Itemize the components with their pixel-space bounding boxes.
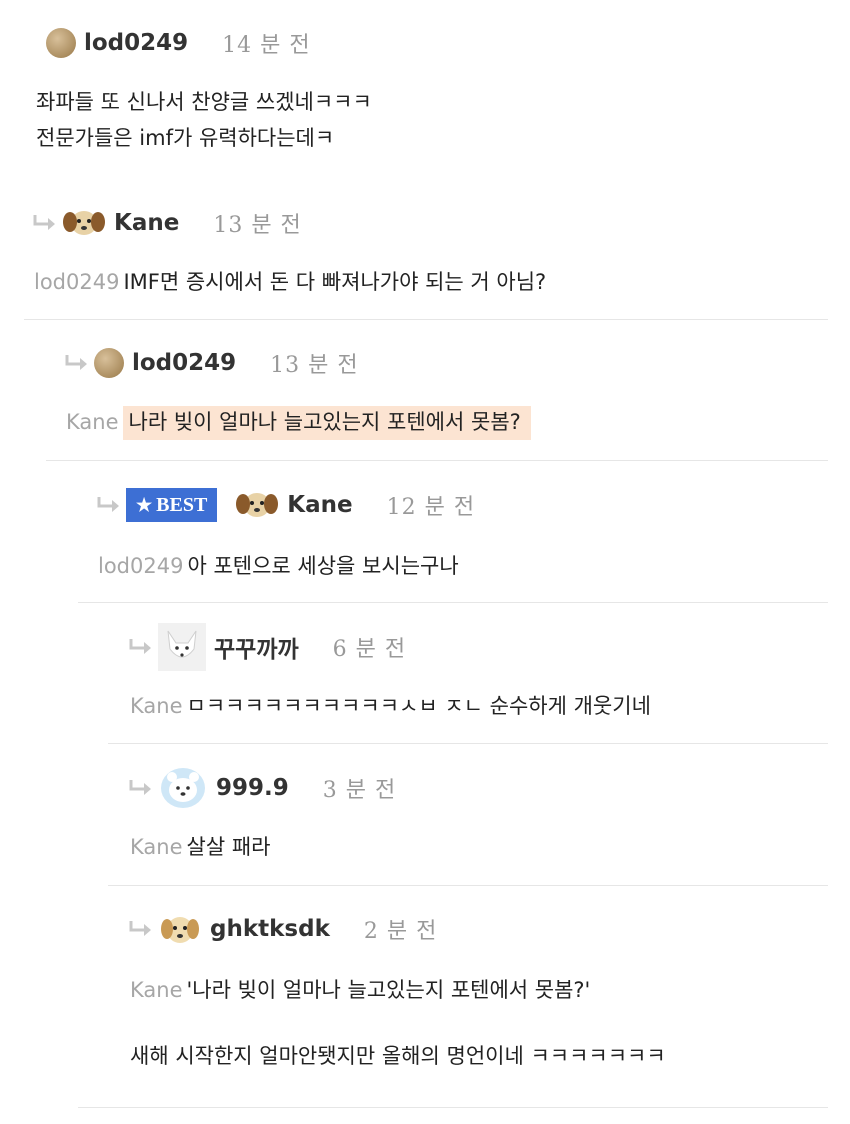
puppy-avatar[interactable] (62, 203, 106, 243)
comment-text-2: 새해 시작한지 얼마안됏지만 올해의 명언이네 ㅋㅋㅋㅋㅋㅋㅋ (130, 1044, 666, 1068)
comment: 999.9 3 분 전 Kane 살살 패라 (108, 765, 828, 886)
comment: 꾸꾸까까 6 분 전 Kane ㅁㅋㅋㅋㅋㅋㅋㅋㅋㅋㅋㅅㅂ ㅈㄴ 순수하게 개웃기… (108, 623, 828, 744)
comment-time: 6 분 전 (332, 637, 407, 662)
comment-body: lod0249 아 포텐으로 세상을 보시는구나 (98, 548, 459, 584)
comment-author[interactable]: ghktksdk (210, 916, 330, 942)
brown-circle-avatar[interactable] (94, 348, 124, 378)
divider (24, 319, 828, 320)
mention[interactable]: Kane (66, 410, 119, 434)
reply-arrow-icon (128, 778, 154, 798)
mention[interactable]: Kane (130, 978, 183, 1002)
comment-body: Kane 살살 패라 (130, 829, 270, 865)
comment-time: 13 분 전 (270, 353, 359, 378)
comment-line: Kane '나라 빚이 얼마나 늘고있는지 포텐에서 못봄?' (130, 972, 666, 1008)
comment-text: ㅁㅋㅋㅋㅋㅋㅋㅋㅋㅋㅋㅅㅂ ㅈㄴ 순수하게 개웃기네 (186, 694, 651, 718)
comment-line: 전문가들은 imf가 유력하다는데ㅋ (36, 126, 335, 150)
comment-text: IMF면 증시에서 돈 다 빠져나가야 되는 거 아님? (123, 270, 547, 294)
comment-text: 아 포텐으로 세상을 보시는구나 (187, 554, 459, 578)
comment-author[interactable]: 꾸꾸까까 (214, 630, 299, 664)
comment-author[interactable]: lod0249 (132, 350, 236, 376)
divider (108, 885, 828, 886)
comment-header: 꾸꾸까까 6 분 전 (128, 623, 407, 671)
mention[interactable]: Kane (130, 694, 183, 718)
reply-arrow-icon (128, 637, 154, 657)
comment: ★ BEST Kane 12 분 전 lod0249 아 포텐으로 세상을 보시는구… (78, 482, 828, 603)
comment-text: 살살 패라 (186, 835, 271, 859)
puppy-avatar[interactable] (158, 909, 202, 949)
highlighted-text: 나라 빚이 얼마나 늘고있는지 포텐에서 못봄? (122, 406, 531, 440)
polar-bear-avatar[interactable] (158, 765, 208, 811)
comment: Kane 13 분 전 lod0249 IMF면 증시에서 돈 다 빠져나가야 되… (24, 200, 828, 320)
comment-header: Kane 13 분 전 (32, 200, 302, 246)
mention[interactable]: Kane (130, 835, 183, 859)
comment-author[interactable]: lod0249 (84, 30, 188, 56)
comment-time: 3 분 전 (322, 778, 397, 803)
comment-author[interactable]: Kane (114, 210, 179, 236)
comment-body: 좌파들 또 신나서 찬양글 쓰겠네ㅋㅋㅋ 전문가들은 imf가 유력하다는데ㅋ (36, 84, 372, 156)
divider (78, 1107, 828, 1108)
comment-header: ★ BEST Kane 12 분 전 (96, 482, 475, 528)
comment-author[interactable]: 999.9 (216, 775, 289, 801)
divider (78, 602, 828, 603)
reply-arrow-icon (128, 919, 154, 939)
reply-arrow-icon (96, 495, 122, 515)
comment-time: 2 분 전 (363, 919, 438, 944)
divider (46, 460, 828, 461)
comment-body: Kane '나라 빚이 얼마나 늘고있는지 포텐에서 못봄?' 새해 시작한지 얼… (130, 972, 666, 1074)
comment: ghktksdk 2 분 전 Kane '나라 빚이 얼마나 늘고있는지 포텐에서… (78, 906, 828, 1108)
best-badge: ★ BEST (126, 488, 218, 522)
comment-body: Kane 나라 빚이 얼마나 늘고있는지 포텐에서 못봄? (66, 404, 531, 440)
comment-time: 13 분 전 (213, 213, 302, 238)
comment-body: Kane ㅁㅋㅋㅋㅋㅋㅋㅋㅋㅋㅋㅅㅂ ㅈㄴ 순수하게 개웃기네 (130, 688, 651, 724)
brown-circle-avatar[interactable] (46, 28, 76, 58)
comment-time: 14 분 전 (222, 33, 311, 58)
star-icon: ★ (136, 494, 153, 515)
white-fox-avatar[interactable] (158, 623, 206, 671)
reply-arrow-icon (32, 213, 58, 233)
puppy-avatar[interactable] (235, 485, 279, 525)
comment-text: '나라 빚이 얼마나 늘고있는지 포텐에서 못봄?' (186, 978, 591, 1002)
comment: lod0249 13 분 전 Kane 나라 빚이 얼마나 늘고있는지 포텐에서 … (46, 340, 828, 461)
divider (108, 743, 828, 744)
comment-time: 12 분 전 (386, 495, 476, 520)
mention[interactable]: lod0249 (34, 270, 119, 294)
comment: lod0249 14 분 전 좌파들 또 신나서 찬양글 쓰겠네ㅋㅋㅋ 전문가들… (24, 20, 828, 200)
reply-arrow-icon (64, 353, 90, 373)
comment-line: 좌파들 또 신나서 찬양글 쓰겠네ㅋㅋㅋ (36, 90, 372, 114)
comment-header: 999.9 3 분 전 (128, 765, 396, 811)
comment-body: lod0249 IMF면 증시에서 돈 다 빠져나가야 되는 거 아님? (34, 264, 546, 300)
comment-header: lod0249 14 분 전 (46, 20, 311, 66)
best-label: BEST (156, 493, 208, 516)
comment-author[interactable]: Kane (287, 492, 352, 518)
comment-header: lod0249 13 분 전 (64, 340, 359, 386)
comment-header: ghktksdk 2 분 전 (128, 906, 437, 952)
mention[interactable]: lod0249 (98, 554, 183, 578)
